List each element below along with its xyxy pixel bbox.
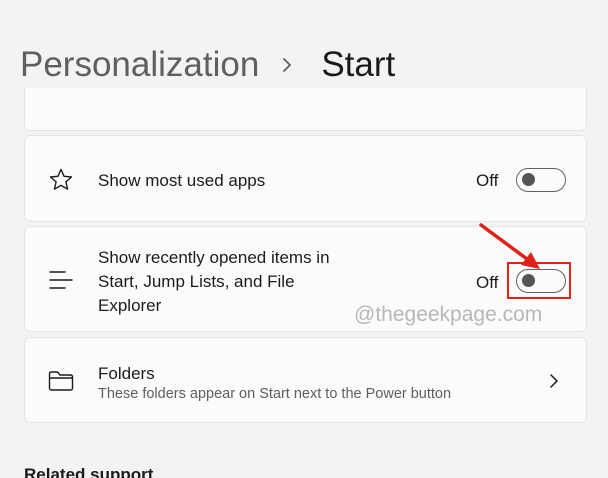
settings-page: Personalization Start Show most used app… [0, 0, 608, 478]
star-icon [47, 166, 75, 194]
folder-icon [47, 367, 75, 395]
setting-label-line-2: Start, Jump Lists, and File [98, 272, 295, 291]
setting-show-most-used-apps[interactable]: Show most used apps Off [24, 135, 587, 222]
toggle-state-text: Off [476, 171, 499, 190]
toggle-state-text: Off [476, 273, 499, 292]
setting-label-line-3: Explorer [98, 296, 162, 315]
setting-label: Show most used apps [98, 171, 266, 190]
chevron-right-icon [281, 55, 301, 75]
most-used-apps-toggle[interactable] [516, 168, 566, 192]
toggle-knob [522, 173, 535, 186]
breadcrumb-parent-link[interactable]: Personalization [20, 45, 259, 85]
chevron-right-icon [546, 372, 562, 390]
setting-label-line-1: Show recently opened items in [98, 248, 330, 267]
page-title: Start [321, 45, 396, 84]
settings-card-partial [24, 88, 587, 131]
breadcrumb: Personalization Start [20, 40, 395, 90]
setting-label: Folders [98, 364, 155, 383]
watermark: @thegeekpage.com [354, 303, 543, 326]
list-icon [47, 266, 75, 294]
related-support-heading: Related support [24, 465, 154, 478]
setting-description: These folders appear on Start next to th… [98, 386, 452, 402]
setting-folders[interactable]: Folders These folders appear on Start ne… [24, 337, 587, 423]
annotation-arrow [479, 223, 540, 269]
